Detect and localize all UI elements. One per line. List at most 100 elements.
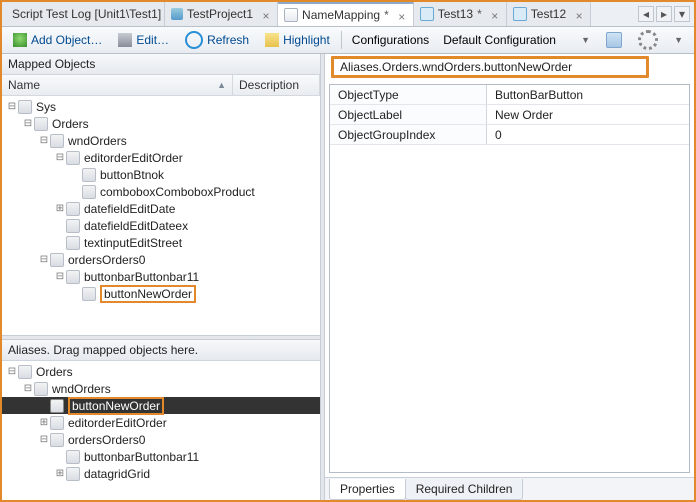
close-icon[interactable]: × — [490, 9, 500, 19]
collapse-icon[interactable]: ⊟ — [22, 118, 34, 129]
button-label: Highlight — [283, 33, 330, 47]
object-icon — [50, 433, 64, 447]
toolbar-dropdown-button[interactable]: ▼ — [574, 32, 597, 48]
tree-node-label: ordersOrders0 — [68, 433, 145, 447]
tree-node[interactable]: ⊟Sys — [2, 98, 320, 115]
expand-icon[interactable]: ⊞ — [38, 417, 50, 428]
expand-icon[interactable]: ⊞ — [54, 203, 66, 214]
tree-node[interactable]: buttonbarButtonbar11 — [2, 448, 320, 465]
property-row[interactable]: ObjectType ButtonBarButton — [330, 85, 689, 105]
tree-node[interactable]: ⊞ datefieldEditDate — [2, 200, 320, 217]
object-icon — [66, 151, 80, 165]
scroll-left-button[interactable]: ◂ — [638, 6, 654, 22]
collapse-icon[interactable]: ⊟ — [6, 366, 18, 377]
tab-label: Properties — [340, 482, 395, 496]
refresh-icon — [185, 31, 203, 49]
collapse-icon[interactable]: ⊟ — [38, 135, 50, 146]
property-row[interactable]: ObjectGroupIndex 0 — [330, 125, 689, 145]
sort-asc-icon: ▲ — [217, 80, 226, 90]
merge-button[interactable] — [599, 29, 629, 51]
indent — [2, 208, 54, 209]
tree-node[interactable]: ⊞ editorderEditOrder — [2, 414, 320, 431]
tab-list-button[interactable]: ▾ — [674, 6, 690, 22]
tab-required-children[interactable]: Required Children — [405, 479, 524, 500]
tab-testproject1[interactable]: TestProject1 × — [165, 2, 278, 26]
object-icon — [18, 365, 32, 379]
tab-scroll-controls: ◂ ▸ ▾ — [634, 2, 694, 26]
highlight-button[interactable]: Highlight — [258, 30, 337, 50]
settings-button[interactable] — [631, 27, 665, 53]
tree-node[interactable]: textinputEditStreet — [2, 234, 320, 251]
tree-node-label: editorderEditOrder — [68, 416, 167, 430]
configuration-selector[interactable]: Default Configuration — [437, 33, 562, 47]
chevron-down-icon: ▼ — [674, 35, 683, 45]
tree-node[interactable]: ⊟wndOrders — [2, 132, 320, 149]
tree-node[interactable]: ⊟Orders — [2, 115, 320, 132]
expand-icon[interactable]: ⊞ — [54, 468, 66, 479]
panel-title: Mapped Objects — [8, 57, 95, 71]
tree-node[interactable]: ⊟ wndOrders — [2, 380, 320, 397]
tree-node-label: buttonNewOrder — [104, 287, 192, 301]
button-label: Add Object… — [31, 33, 102, 47]
close-icon[interactable]: × — [261, 9, 271, 19]
collapse-icon[interactable]: ⊟ — [6, 101, 18, 112]
namemapping-toolbar: Add Object… Edit… Refresh Highlight Conf… — [2, 27, 694, 54]
tree-node[interactable]: datefieldEditDateex — [2, 217, 320, 234]
edit-button[interactable]: Edit… — [111, 30, 176, 50]
tree-node[interactable]: buttonNewOrder — [2, 285, 320, 302]
callout-highlight: buttonNewOrder — [100, 285, 196, 303]
collapse-icon[interactable]: ⊟ — [54, 152, 66, 163]
aliases-tree[interactable]: ⊟Orders⊟wndOrdersbuttonNewOrder⊞editorde… — [2, 361, 320, 500]
tab-properties[interactable]: Properties — [329, 479, 406, 500]
close-icon[interactable]: × — [574, 9, 584, 19]
tree-node-label: editorderEditOrder — [84, 151, 183, 165]
tab-label: Test13 — [438, 7, 473, 21]
toolbar-overflow-button[interactable]: ▼ — [667, 32, 690, 48]
tree-node[interactable]: ⊟ ordersOrders0 — [2, 431, 320, 448]
tree-node[interactable]: ⊟ Orders — [2, 363, 320, 380]
tree-node-label: datefieldEditDate — [84, 202, 175, 216]
merge-icon — [606, 32, 622, 48]
indent — [2, 439, 38, 440]
indent — [2, 405, 38, 406]
indent — [2, 276, 54, 277]
object-icon — [66, 270, 80, 284]
indent — [2, 225, 54, 226]
collapse-icon[interactable]: ⊟ — [38, 434, 50, 445]
tree-node-label: wndOrders — [52, 382, 111, 396]
tree-node-label: Orders — [36, 365, 73, 379]
namemapping-icon — [284, 8, 298, 22]
tab-script-log[interactable]: Script Test Log [Unit1\Test1] 23… × — [2, 2, 165, 26]
tree-node[interactable]: ⊟buttonbarButtonbar11 — [2, 268, 320, 285]
keyword-test-icon — [420, 7, 434, 21]
scroll-right-button[interactable]: ▸ — [656, 6, 672, 22]
tree-node[interactable]: buttonNewOrder — [2, 397, 320, 414]
tree-node[interactable]: ⊟ordersOrders0 — [2, 251, 320, 268]
col-description[interactable]: Description — [233, 75, 320, 95]
tab-test12[interactable]: Test12 × — [507, 2, 591, 26]
configurations-menu[interactable]: Configurations — [346, 33, 435, 47]
column-label: Name — [8, 78, 40, 92]
tree-node[interactable]: buttonBtnok — [2, 166, 320, 183]
collapse-icon[interactable]: ⊟ — [54, 271, 66, 282]
tab-test13[interactable]: Test13 * × — [414, 2, 507, 26]
tree-node[interactable]: ⊞datagridGrid — [2, 465, 320, 482]
add-object-button[interactable]: Add Object… — [6, 30, 109, 50]
property-value[interactable]: 0 — [487, 125, 689, 144]
separator — [341, 31, 342, 49]
property-row[interactable]: ObjectLabel New Order — [330, 105, 689, 125]
collapse-icon[interactable]: ⊟ — [22, 383, 34, 394]
property-value[interactable]: ButtonBarButton — [487, 85, 689, 104]
tree-node[interactable]: comboboxComboboxProduct — [2, 183, 320, 200]
tab-namemapping[interactable]: NameMapping * × — [278, 2, 414, 26]
close-icon[interactable]: × — [397, 10, 407, 20]
property-value[interactable]: New Order — [487, 105, 689, 124]
collapse-icon[interactable]: ⊟ — [38, 254, 50, 265]
mapped-objects-tree[interactable]: ⊟Sys⊟Orders⊟wndOrders⊟editorderEditOrder… — [2, 96, 320, 335]
refresh-button[interactable]: Refresh — [178, 28, 256, 52]
indent — [2, 259, 38, 260]
property-blank-area — [330, 145, 689, 472]
tree-node[interactable]: ⊟ editorderEditOrder — [2, 149, 320, 166]
col-name[interactable]: Name ▲ — [2, 75, 233, 95]
object-icon — [66, 219, 80, 233]
